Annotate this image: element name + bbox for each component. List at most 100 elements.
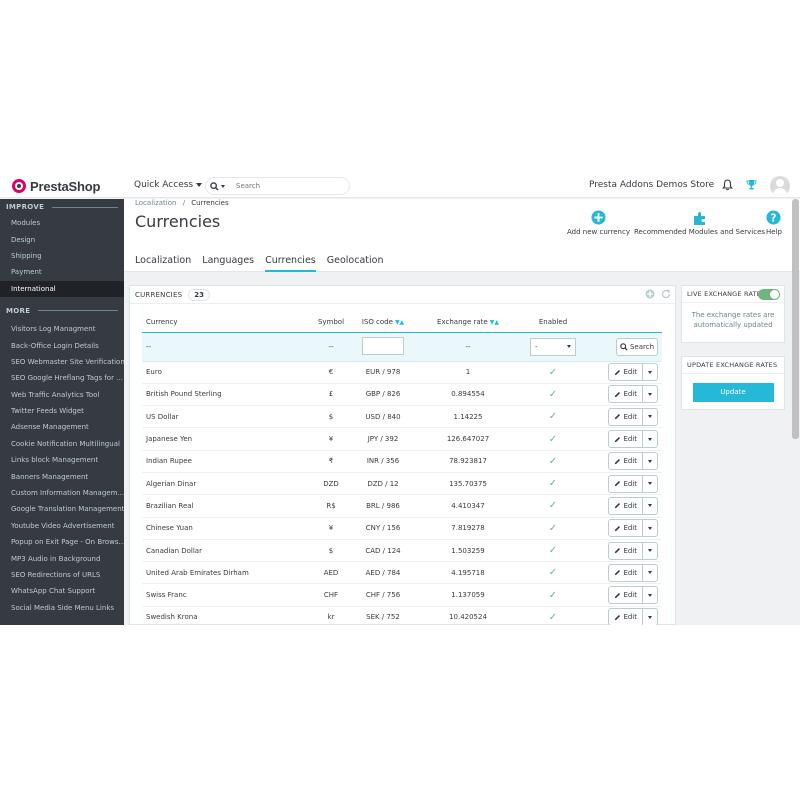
tab-localization[interactable]: Localization xyxy=(135,252,191,272)
check-icon[interactable]: ✓ xyxy=(549,567,557,578)
sidebar-item-international[interactable]: International xyxy=(0,280,124,297)
table-row[interactable]: Swedish Krona kr SEK / 752 10.420524 ✓ Edit xyxy=(142,606,662,625)
sidebar-item-module[interactable]: Links block Management xyxy=(0,452,124,468)
table-row[interactable]: Japanese Yen ¥ JPY / 392 126.647027 ✓ Edit xyxy=(142,427,662,451)
table-row[interactable]: United Arab Emirates Dirham AED AED / 784 4… xyxy=(142,561,662,585)
row-actions-dropdown[interactable] xyxy=(643,453,657,469)
edit-button[interactable]: Edit xyxy=(609,520,643,537)
sidebar-item-payment[interactable]: Payment xyxy=(0,264,124,280)
check-icon[interactable]: ✓ xyxy=(549,545,557,556)
sidebar-item-module[interactable]: Social Media Side Menu Links xyxy=(0,600,124,616)
table-row[interactable]: US Dollar $ USD / 840 1.14225 ✓ Edit xyxy=(142,405,662,429)
edit-button[interactable]: Edit xyxy=(609,564,643,581)
notifications-bell-icon[interactable] xyxy=(721,179,734,193)
sidebar-item-module[interactable]: Cookie Notification Multilingual xyxy=(0,436,124,452)
check-icon[interactable]: ✓ xyxy=(549,523,557,534)
add-new-currency-button[interactable]: Add new currency xyxy=(567,209,630,236)
recommended-modules-button[interactable]: Recommended Modules and Services xyxy=(634,209,765,236)
check-icon[interactable]: ✓ xyxy=(549,434,557,445)
row-actions-dropdown[interactable] xyxy=(643,587,657,603)
store-name-link[interactable]: Presta Addons Demos Store xyxy=(589,180,714,190)
quick-access-dropdown[interactable]: Quick Access xyxy=(134,180,203,190)
filter-search-button[interactable]: Search xyxy=(616,337,658,356)
check-icon[interactable]: ✓ xyxy=(549,411,557,422)
row-actions-dropdown[interactable] xyxy=(643,386,657,402)
edit-button[interactable]: Edit xyxy=(609,587,643,604)
sidebar-item-module[interactable]: Twitter Feeds Widget xyxy=(0,403,124,419)
iso-code-filter-input[interactable] xyxy=(362,336,404,355)
row-actions-dropdown[interactable] xyxy=(643,609,657,625)
employee-avatar[interactable] xyxy=(770,176,790,196)
help-button[interactable]: ? Help xyxy=(766,209,782,236)
sidebar-item-module[interactable]: Banners Management xyxy=(0,468,124,484)
refresh-icon[interactable] xyxy=(661,289,671,299)
trophy-icon[interactable] xyxy=(746,179,757,193)
live-rates-toggle[interactable] xyxy=(758,289,780,300)
search-input[interactable] xyxy=(232,179,332,193)
sidebar-item-module[interactable]: WhatsApp Chat Support xyxy=(0,583,124,599)
prestashop-logo[interactable]: PrestaShop xyxy=(12,178,100,194)
live-rates-heading: LIVE EXCHANGE RATES xyxy=(682,286,784,303)
edit-button[interactable]: Edit xyxy=(609,475,643,492)
table-row[interactable]: Brazilian Real R$ BRL / 986 4.410347 ✓ Edit xyxy=(142,494,662,518)
check-icon[interactable]: ✓ xyxy=(549,590,557,601)
enabled-filter-select[interactable]: - xyxy=(530,337,576,356)
row-actions-dropdown[interactable] xyxy=(643,364,657,380)
sort-icon[interactable]: ▼▲ xyxy=(395,319,404,326)
sidebar-item-module[interactable]: Custom Information Managem... xyxy=(0,485,124,501)
column-header-iso-code[interactable]: ISO code ▼▲ xyxy=(348,312,418,333)
edit-button[interactable]: Edit xyxy=(609,364,643,381)
check-icon[interactable]: ✓ xyxy=(549,389,557,400)
edit-button[interactable]: Edit xyxy=(609,431,643,448)
check-icon[interactable]: ✓ xyxy=(549,456,557,467)
sidebar-item-module[interactable]: SEO Webmaster Site Verification xyxy=(0,354,124,370)
table-row[interactable]: Algerian Dinar DZD DZD / 12 135.70375 ✓ Edit xyxy=(142,472,662,496)
tab-languages[interactable]: Languages xyxy=(202,252,254,272)
tab-currencies[interactable]: Currencies xyxy=(265,252,316,272)
column-header-exchange-rate[interactable]: Exchange rate ▼▲ xyxy=(418,312,518,333)
table-row[interactable]: Chinese Yuan ¥ CNY / 156 7.819278 ✓ Edit xyxy=(142,517,662,540)
sidebar-item-module[interactable]: Popup on Exit Page - On Brows... xyxy=(0,534,124,550)
edit-button[interactable]: Edit xyxy=(609,609,643,625)
sidebar-item-shipping[interactable]: Shipping xyxy=(0,248,124,264)
edit-button[interactable]: Edit xyxy=(609,497,643,514)
sidebar-item-design[interactable]: Design xyxy=(0,231,124,247)
table-row[interactable]: Swiss Franc CHF CHF / 756 1.137059 ✓ Edit xyxy=(142,583,662,607)
breadcrumb-parent[interactable]: Localization xyxy=(135,199,176,207)
row-actions-dropdown[interactable] xyxy=(643,520,657,536)
search-scope-button[interactable] xyxy=(210,181,232,191)
check-icon[interactable]: ✓ xyxy=(549,367,557,378)
edit-button[interactable]: Edit xyxy=(609,386,643,403)
row-actions-dropdown[interactable] xyxy=(643,565,657,581)
edit-button[interactable]: Edit xyxy=(609,542,643,559)
sidebar-item-module[interactable]: SEO Google Hreflang Tags for ... xyxy=(0,370,124,386)
row-actions-dropdown[interactable] xyxy=(643,498,657,514)
row-actions-dropdown[interactable] xyxy=(643,431,657,447)
sidebar-item-module[interactable]: Adsense Management xyxy=(0,419,124,435)
table-row[interactable]: Canadian Dollar $ CAD / 124 1.503259 ✓ Edit xyxy=(142,539,662,563)
table-row[interactable]: Euro € EUR / 978 1 ✓ Edit xyxy=(142,361,662,384)
sidebar-item-module[interactable]: MP3 Audio in Background xyxy=(0,550,124,566)
sidebar-item-module[interactable]: SEO Redirections of URLS xyxy=(0,567,124,583)
sidebar-item-module[interactable]: Web Traffic Analytics Tool xyxy=(0,387,124,403)
sidebar-item-module[interactable]: Google Translation Management xyxy=(0,501,124,517)
update-rates-button[interactable]: Update xyxy=(692,383,774,402)
check-icon[interactable]: ✓ xyxy=(549,612,557,623)
sidebar-item-module[interactable]: Back-Office Login Details xyxy=(0,337,124,353)
row-actions-dropdown[interactable] xyxy=(643,409,657,425)
row-actions-dropdown[interactable] xyxy=(643,476,657,492)
sidebar-item-module[interactable]: Youtube Video Advertisement xyxy=(0,518,124,534)
check-icon[interactable]: ✓ xyxy=(549,500,557,511)
sort-icon[interactable]: ▼▲ xyxy=(490,319,499,326)
page-scrollbar[interactable] xyxy=(792,199,799,439)
sidebar-item-module[interactable]: Visitors Log Managment xyxy=(0,321,124,337)
table-row[interactable]: Indian Rupee ₹ INR / 356 78.923817 ✓ Edit xyxy=(142,450,662,473)
sidebar-item-modules[interactable]: Modules xyxy=(0,215,124,231)
edit-button[interactable]: Edit xyxy=(609,408,643,425)
table-row[interactable]: British Pound Sterling £ GBP / 826 0.894554… xyxy=(142,383,662,407)
add-circle-icon[interactable] xyxy=(645,289,655,299)
tab-geolocation[interactable]: Geolocation xyxy=(327,252,384,272)
check-icon[interactable]: ✓ xyxy=(549,478,557,489)
edit-button[interactable]: Edit xyxy=(609,453,643,470)
row-actions-dropdown[interactable] xyxy=(643,543,657,559)
